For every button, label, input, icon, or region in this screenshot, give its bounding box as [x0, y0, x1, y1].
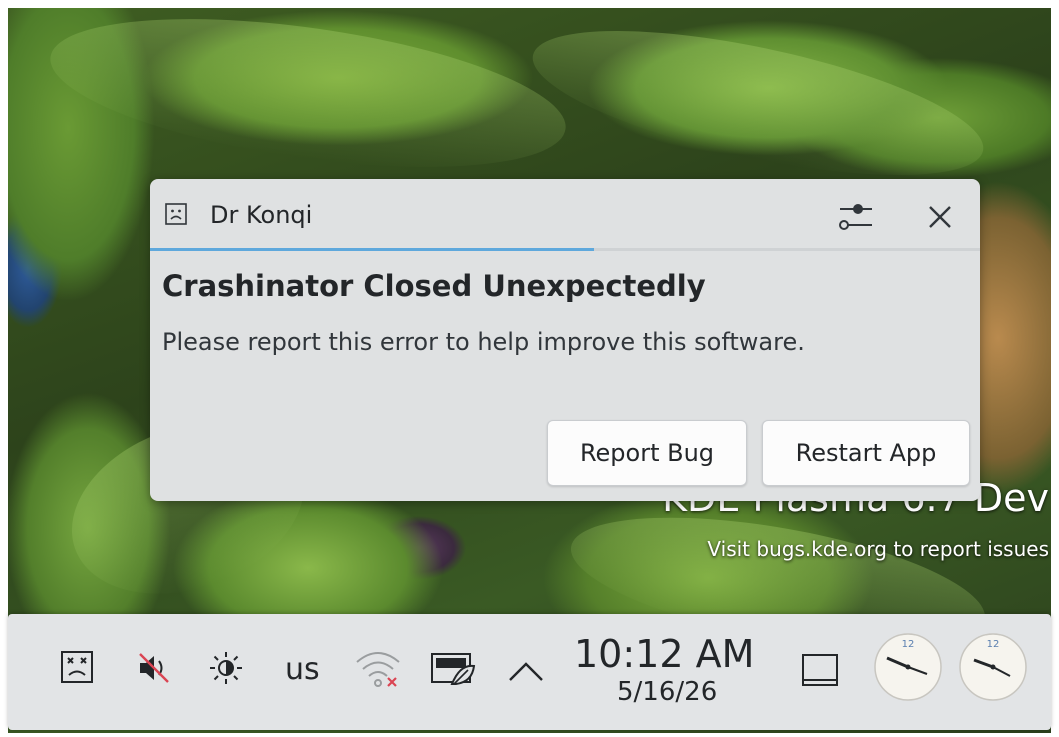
show-desktop-icon[interactable]: [800, 652, 840, 688]
close-icon[interactable]: [920, 197, 960, 237]
notification-body: Please report this error to help improve…: [162, 328, 805, 356]
analog-clock-icon[interactable]: 12: [958, 632, 1028, 702]
keyboard-layout-indicator[interactable]: us: [285, 652, 320, 687]
sad-face-icon: [165, 203, 187, 225]
notification-settings-icon[interactable]: [834, 195, 878, 239]
wallpaper-highlight: [41, 0, 575, 194]
brightness-icon[interactable]: [208, 650, 244, 686]
bug-report-watermark: Visit bugs.kde.org to report issues: [707, 537, 1049, 561]
crash-notification[interactable]: Dr Konqi Crashinator Closed Unexpectedly…: [150, 179, 980, 501]
taskbar-panel: us 10:12 AM 5/16/26 12 12: [8, 614, 1051, 730]
timeout-progress-bar: [150, 248, 595, 251]
analog-clock-icon[interactable]: 12: [873, 632, 943, 702]
notification-header: Dr Konqi: [150, 179, 980, 249]
volume-muted-icon[interactable]: [134, 648, 174, 688]
report-bug-button[interactable]: Report Bug: [547, 420, 747, 486]
restart-app-button[interactable]: Restart App: [762, 420, 970, 486]
power-profile-icon[interactable]: [430, 652, 476, 688]
wifi-disconnected-icon[interactable]: [354, 648, 404, 690]
wallpaper-highlight: [521, 1, 995, 205]
app-name: Dr Konqi: [210, 201, 313, 229]
clock-time[interactable]: 10:12 AM: [574, 632, 754, 676]
svg-text:12: 12: [902, 639, 915, 650]
svg-text:12: 12: [987, 639, 1000, 650]
clock-date[interactable]: 5/16/26: [617, 676, 717, 708]
notification-summary: Crashinator Closed Unexpectedly: [162, 269, 706, 303]
crash-notifier-icon[interactable]: [60, 650, 94, 684]
expand-tray-icon[interactable]: [506, 658, 546, 684]
